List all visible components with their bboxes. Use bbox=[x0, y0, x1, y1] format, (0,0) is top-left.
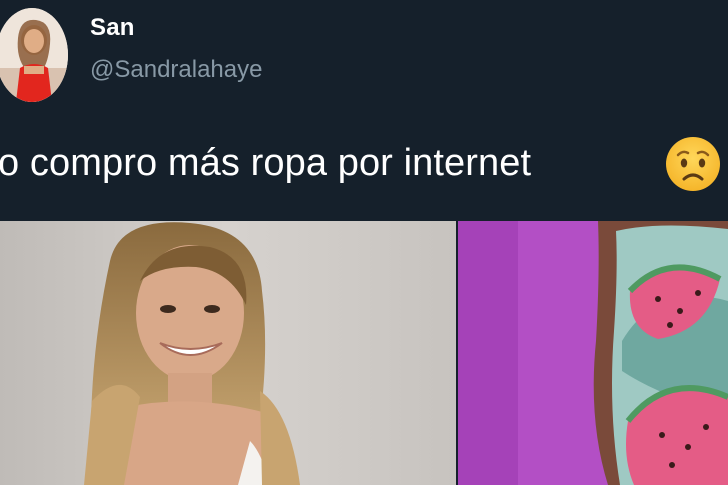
worried-face-icon bbox=[664, 135, 722, 193]
tweet-media[interactable] bbox=[0, 221, 728, 485]
display-name[interactable]: San bbox=[90, 14, 135, 42]
tweet-card: San @Sandralahaye o compro más ropa por … bbox=[0, 0, 728, 485]
watermark-swimsuit-photo[interactable] bbox=[458, 221, 728, 485]
tweet-text: o compro más ropa por internet bbox=[0, 142, 532, 184]
avatar[interactable] bbox=[0, 8, 68, 102]
woman-smiling-photo[interactable] bbox=[0, 221, 456, 485]
user-handle[interactable]: @Sandralahaye bbox=[90, 56, 262, 84]
